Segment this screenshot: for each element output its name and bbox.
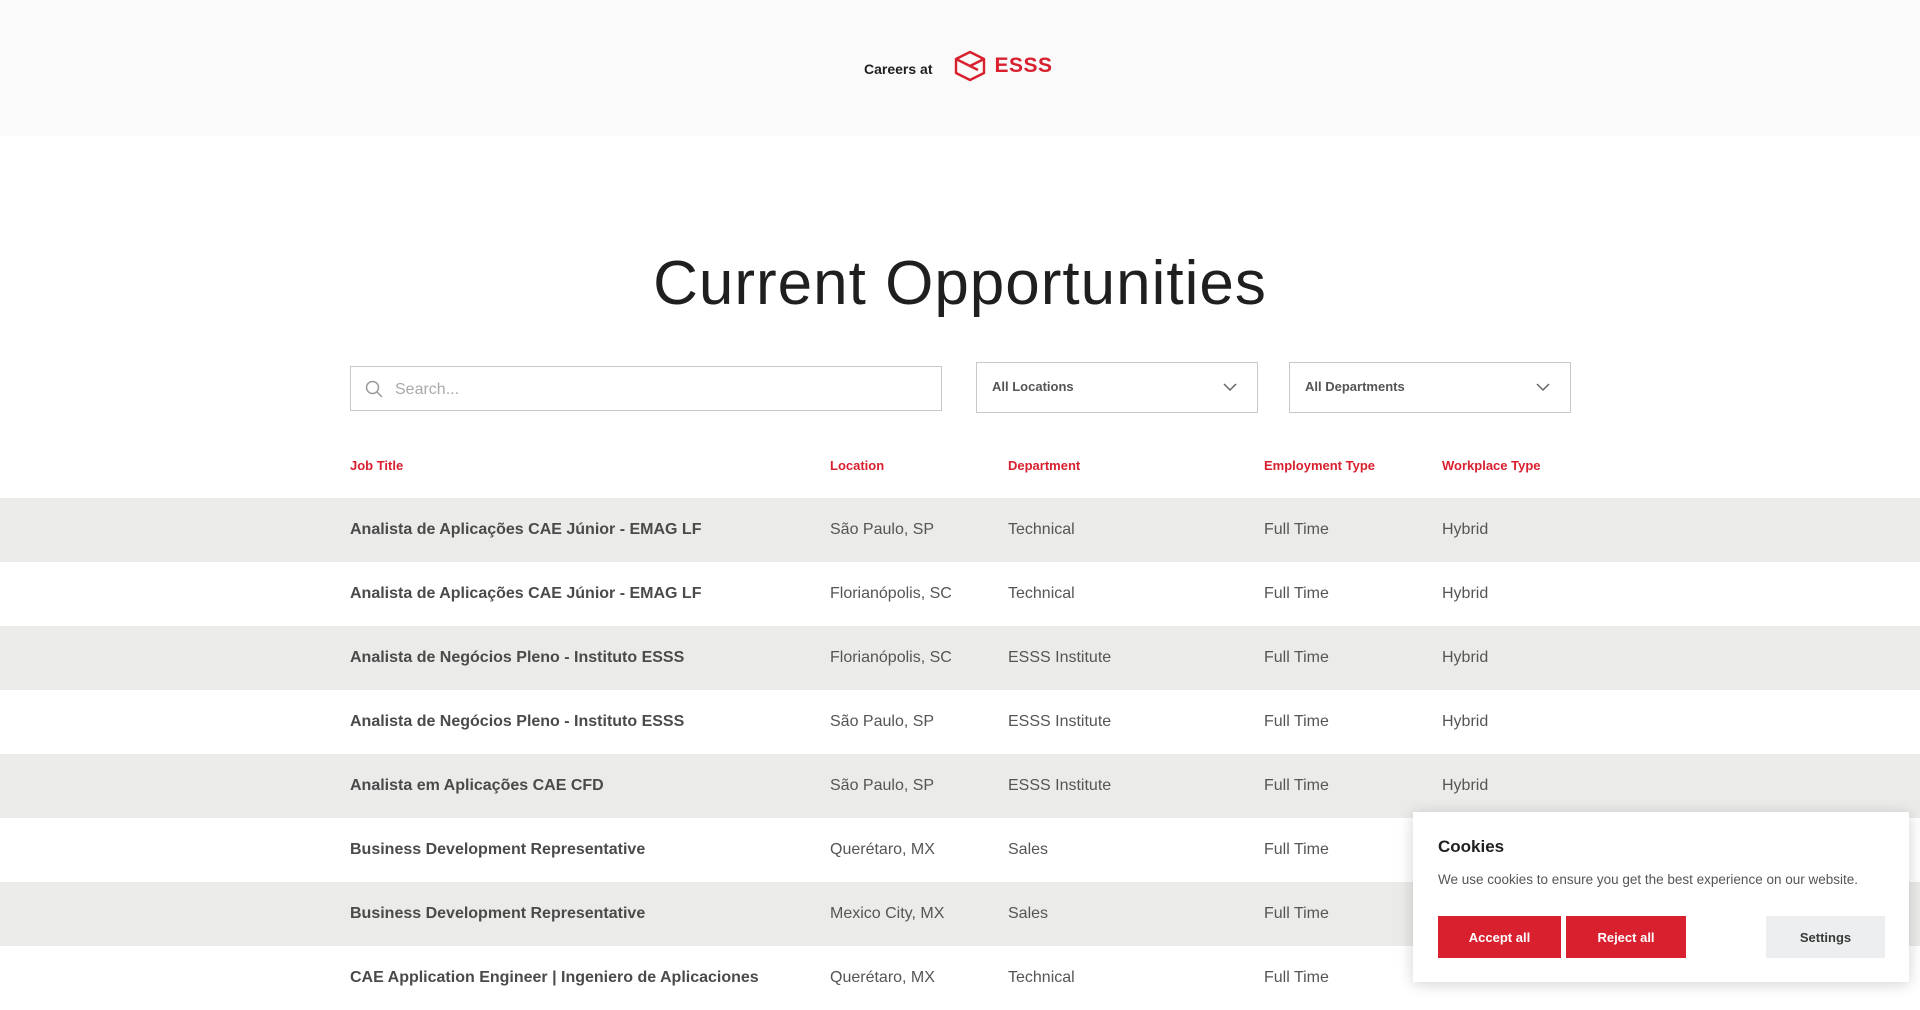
job-title[interactable]: Business Development Representative [350, 905, 645, 923]
job-location: Querétaro, MX [830, 841, 935, 858]
job-department: ESSS Institute [1008, 777, 1112, 794]
job-location: São Paulo, SP [830, 521, 935, 538]
job-title[interactable]: Analista de Aplicações CAE Júnior - EMAG… [350, 521, 701, 539]
job-title[interactable]: Analista em Aplicações CAE CFD [350, 777, 604, 795]
job-title[interactable]: CAE Application Engineer | Ingeniero de … [350, 969, 759, 987]
job-location: Mexico City, MX [830, 905, 945, 922]
job-department: Technical [1008, 585, 1075, 602]
job-department: Sales [1008, 841, 1049, 858]
column-header-employment-type[interactable]: Employment Type [1264, 458, 1375, 473]
table-row[interactable]: Analista de Aplicações CAE Júnior - EMAG… [0, 498, 1920, 562]
page-title: Current Opportunities [653, 249, 1267, 318]
job-title[interactable]: Analista de Negócios Pleno - Instituto E… [350, 649, 684, 667]
chevron-down-icon [1536, 383, 1550, 392]
job-workplace-type: Hybrid [1442, 521, 1489, 538]
job-title[interactable]: Analista de Aplicações CAE Júnior - EMAG… [350, 585, 701, 603]
search-box[interactable] [350, 366, 942, 412]
department-select[interactable]: All Departments [1289, 362, 1571, 413]
job-employment-type: Full Time [1264, 585, 1329, 602]
search-input[interactable] [393, 367, 927, 412]
location-select[interactable]: All Locations [976, 362, 1258, 413]
job-employment-type: Full Time [1264, 777, 1329, 794]
job-department: ESSS Institute [1008, 713, 1112, 730]
column-header-job-title[interactable]: Job Title [350, 458, 403, 473]
column-header-workplace-type[interactable]: Workplace Type [1442, 458, 1541, 473]
department-select-value: All Departments [1305, 379, 1405, 394]
job-title[interactable]: Business Development Representative [350, 841, 645, 859]
brand[interactable]: Careers at ESSS [864, 50, 1053, 82]
location-select-value: All Locations [992, 379, 1074, 394]
job-employment-type: Full Time [1264, 521, 1329, 538]
reject-all-button[interactable]: Reject all [1566, 916, 1686, 958]
chevron-down-icon [1223, 383, 1237, 392]
job-location: Florianópolis, SC [830, 649, 952, 666]
careers-label: Careers at [864, 61, 933, 77]
accept-all-button[interactable]: Accept all [1438, 916, 1561, 958]
job-department: Sales [1008, 905, 1049, 922]
job-employment-type: Full Time [1264, 841, 1329, 858]
table-row[interactable]: Analista de Aplicações CAE Júnior - EMAG… [0, 562, 1920, 626]
job-location: São Paulo, SP [830, 777, 935, 794]
table-row[interactable]: Analista de Negócios Pleno - Instituto E… [0, 626, 1920, 690]
search-icon [365, 380, 383, 398]
logo-text: ESSS [994, 54, 1053, 77]
job-department: Technical [1008, 521, 1075, 538]
table-row[interactable]: Analista em Aplicações CAE CFD São Paulo… [0, 754, 1920, 818]
job-location: Querétaro, MX [830, 969, 935, 986]
job-workplace-type: Hybrid [1442, 649, 1489, 666]
column-header-department[interactable]: Department [1008, 458, 1080, 473]
job-employment-type: Full Time [1264, 969, 1329, 986]
jobs-table-header: Job Title Location Department Employment… [0, 458, 1920, 478]
table-row[interactable]: Analista de Negócios Pleno - Instituto E… [0, 690, 1920, 754]
job-location: São Paulo, SP [830, 713, 935, 730]
cookie-settings-button[interactable]: Settings [1766, 916, 1885, 958]
cookie-text: We use cookies to ensure you get the bes… [1438, 872, 1859, 887]
job-workplace-type: Hybrid [1442, 713, 1489, 730]
job-location: Florianópolis, SC [830, 585, 952, 602]
job-employment-type: Full Time [1264, 905, 1329, 922]
job-workplace-type: Hybrid [1442, 585, 1489, 602]
esss-logo-icon [954, 50, 985, 82]
cookie-title: Cookies [1438, 837, 1505, 856]
column-header-location[interactable]: Location [830, 458, 884, 473]
cookie-banner: Cookies We use cookies to ensure you get… [1413, 812, 1909, 982]
job-employment-type: Full Time [1264, 713, 1329, 730]
job-workplace-type: Hybrid [1442, 777, 1489, 794]
job-department: ESSS Institute [1008, 649, 1112, 666]
site-header: Careers at ESSS [0, 0, 1920, 136]
job-department: Technical [1008, 969, 1075, 986]
job-title[interactable]: Analista de Negócios Pleno - Instituto E… [350, 713, 684, 731]
job-employment-type: Full Time [1264, 649, 1329, 666]
